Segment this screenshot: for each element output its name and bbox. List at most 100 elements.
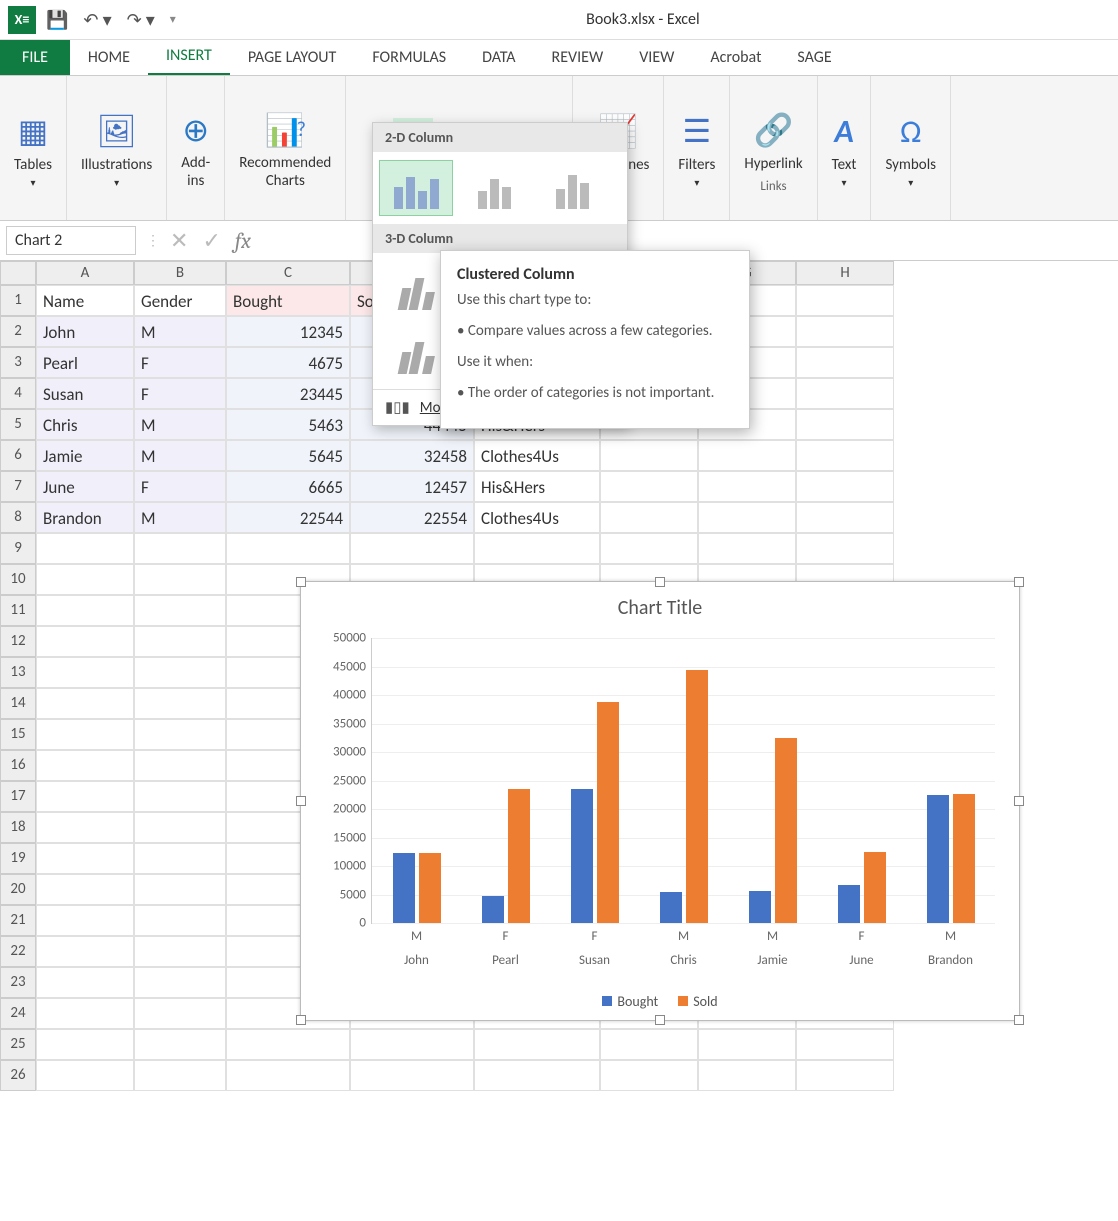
tab-page-layout[interactable]: PAGE LAYOUT xyxy=(230,40,355,75)
cell[interactable] xyxy=(134,781,226,812)
chart-bar[interactable] xyxy=(838,885,860,923)
cell[interactable] xyxy=(36,874,134,905)
row-header[interactable]: 26 xyxy=(0,1060,36,1091)
row-header[interactable]: 16 xyxy=(0,750,36,781)
cell[interactable] xyxy=(698,1029,796,1060)
cell[interactable] xyxy=(36,967,134,998)
cell[interactable] xyxy=(134,998,226,1029)
symbols-button[interactable]: Ω Symbols▾ xyxy=(879,106,942,193)
cell[interactable]: 23445 xyxy=(226,378,350,409)
cell[interactable] xyxy=(796,409,894,440)
tab-review[interactable]: REVIEW xyxy=(534,40,622,75)
cell[interactable] xyxy=(36,719,134,750)
row-header[interactable]: 14 xyxy=(0,688,36,719)
cell[interactable]: Pearl xyxy=(36,347,134,378)
cell[interactable] xyxy=(36,626,134,657)
row-header[interactable]: 5 xyxy=(0,409,36,440)
cell[interactable] xyxy=(134,533,226,564)
row-header[interactable]: 10 xyxy=(0,564,36,595)
row-header[interactable]: 4 xyxy=(0,378,36,409)
cell[interactable] xyxy=(796,502,894,533)
cell[interactable]: 6665 xyxy=(226,471,350,502)
chart-bar[interactable] xyxy=(393,853,415,923)
resize-handle[interactable] xyxy=(1014,796,1024,806)
filters-button[interactable]: ☰ Filters▾ xyxy=(672,106,721,193)
stacked-column-option[interactable] xyxy=(457,160,531,216)
row-header[interactable]: 15 xyxy=(0,719,36,750)
cell[interactable] xyxy=(36,595,134,626)
cell[interactable] xyxy=(698,502,796,533)
resize-handle[interactable] xyxy=(296,796,306,806)
col-header[interactable]: C xyxy=(226,261,350,285)
text-button[interactable]: A Text▾ xyxy=(826,106,863,193)
row-header[interactable]: 7 xyxy=(0,471,36,502)
cell[interactable] xyxy=(36,781,134,812)
clustered-column-option[interactable] xyxy=(379,160,453,216)
cell[interactable]: 5463 xyxy=(226,409,350,440)
fx-icon[interactable]: fx xyxy=(235,228,251,254)
cell[interactable] xyxy=(134,905,226,936)
recommended-charts-button[interactable]: 📊? Recommended Charts xyxy=(233,104,337,194)
tab-formulas[interactable]: FORMULAS xyxy=(354,40,464,75)
cell[interactable]: M xyxy=(134,440,226,471)
resize-handle[interactable] xyxy=(1014,577,1024,587)
cell[interactable]: 12457 xyxy=(350,471,474,502)
row-header[interactable]: 2 xyxy=(0,316,36,347)
hyperlink-button[interactable]: 🔗 Hyperlink xyxy=(738,105,808,177)
cell[interactable] xyxy=(698,440,796,471)
chart-bar[interactable] xyxy=(419,853,441,923)
cell[interactable] xyxy=(134,936,226,967)
cell[interactable] xyxy=(350,1029,474,1060)
cell[interactable]: Jamie xyxy=(36,440,134,471)
cell[interactable] xyxy=(350,1060,474,1091)
cell[interactable] xyxy=(36,905,134,936)
row-header[interactable]: 12 xyxy=(0,626,36,657)
cell[interactable]: Clothes4Us xyxy=(474,440,600,471)
row-header[interactable]: 3 xyxy=(0,347,36,378)
cell[interactable]: Clothes4Us xyxy=(474,502,600,533)
cell[interactable] xyxy=(134,1060,226,1091)
select-all-corner[interactable] xyxy=(0,261,36,285)
cell[interactable] xyxy=(36,533,134,564)
row-header[interactable]: 19 xyxy=(0,843,36,874)
cell[interactable] xyxy=(796,347,894,378)
cell[interactable] xyxy=(600,1060,698,1091)
cell[interactable]: John xyxy=(36,316,134,347)
row-header[interactable]: 20 xyxy=(0,874,36,905)
chart-legend[interactable]: BoughtSold xyxy=(301,993,1019,1011)
cell[interactable] xyxy=(796,1060,894,1091)
illustrations-button[interactable]: 🖼 Illustrations▾ xyxy=(75,106,158,193)
chart-bar[interactable] xyxy=(660,892,682,923)
chart-plot-area[interactable]: 0500010000150002000025000300003500040000… xyxy=(371,638,995,924)
cell[interactable] xyxy=(134,626,226,657)
tab-home[interactable]: HOME xyxy=(70,40,148,75)
cell[interactable] xyxy=(600,440,698,471)
chart-bar[interactable] xyxy=(482,896,504,923)
cell[interactable] xyxy=(698,533,796,564)
cell[interactable] xyxy=(134,750,226,781)
cell[interactable]: 22544 xyxy=(226,502,350,533)
cell[interactable] xyxy=(36,843,134,874)
row-header[interactable]: 11 xyxy=(0,595,36,626)
chart-bar[interactable] xyxy=(927,795,949,924)
cell[interactable] xyxy=(134,843,226,874)
cell[interactable] xyxy=(796,1029,894,1060)
save-icon[interactable]: 💾 xyxy=(46,9,68,31)
cell[interactable] xyxy=(350,533,474,564)
cell[interactable] xyxy=(36,750,134,781)
cell[interactable] xyxy=(36,1029,134,1060)
row-header[interactable]: 23 xyxy=(0,967,36,998)
cell[interactable]: Name xyxy=(36,285,134,316)
row-header[interactable]: 9 xyxy=(0,533,36,564)
cell[interactable] xyxy=(796,471,894,502)
cell[interactable] xyxy=(134,719,226,750)
cell[interactable] xyxy=(698,1060,796,1091)
cell[interactable] xyxy=(36,657,134,688)
resize-handle[interactable] xyxy=(655,577,665,587)
chart-bar[interactable] xyxy=(571,789,593,923)
cell[interactable] xyxy=(474,1060,600,1091)
cell[interactable]: M xyxy=(134,316,226,347)
cell[interactable] xyxy=(796,533,894,564)
cell[interactable] xyxy=(698,471,796,502)
tab-sage[interactable]: SAGE xyxy=(779,40,849,75)
